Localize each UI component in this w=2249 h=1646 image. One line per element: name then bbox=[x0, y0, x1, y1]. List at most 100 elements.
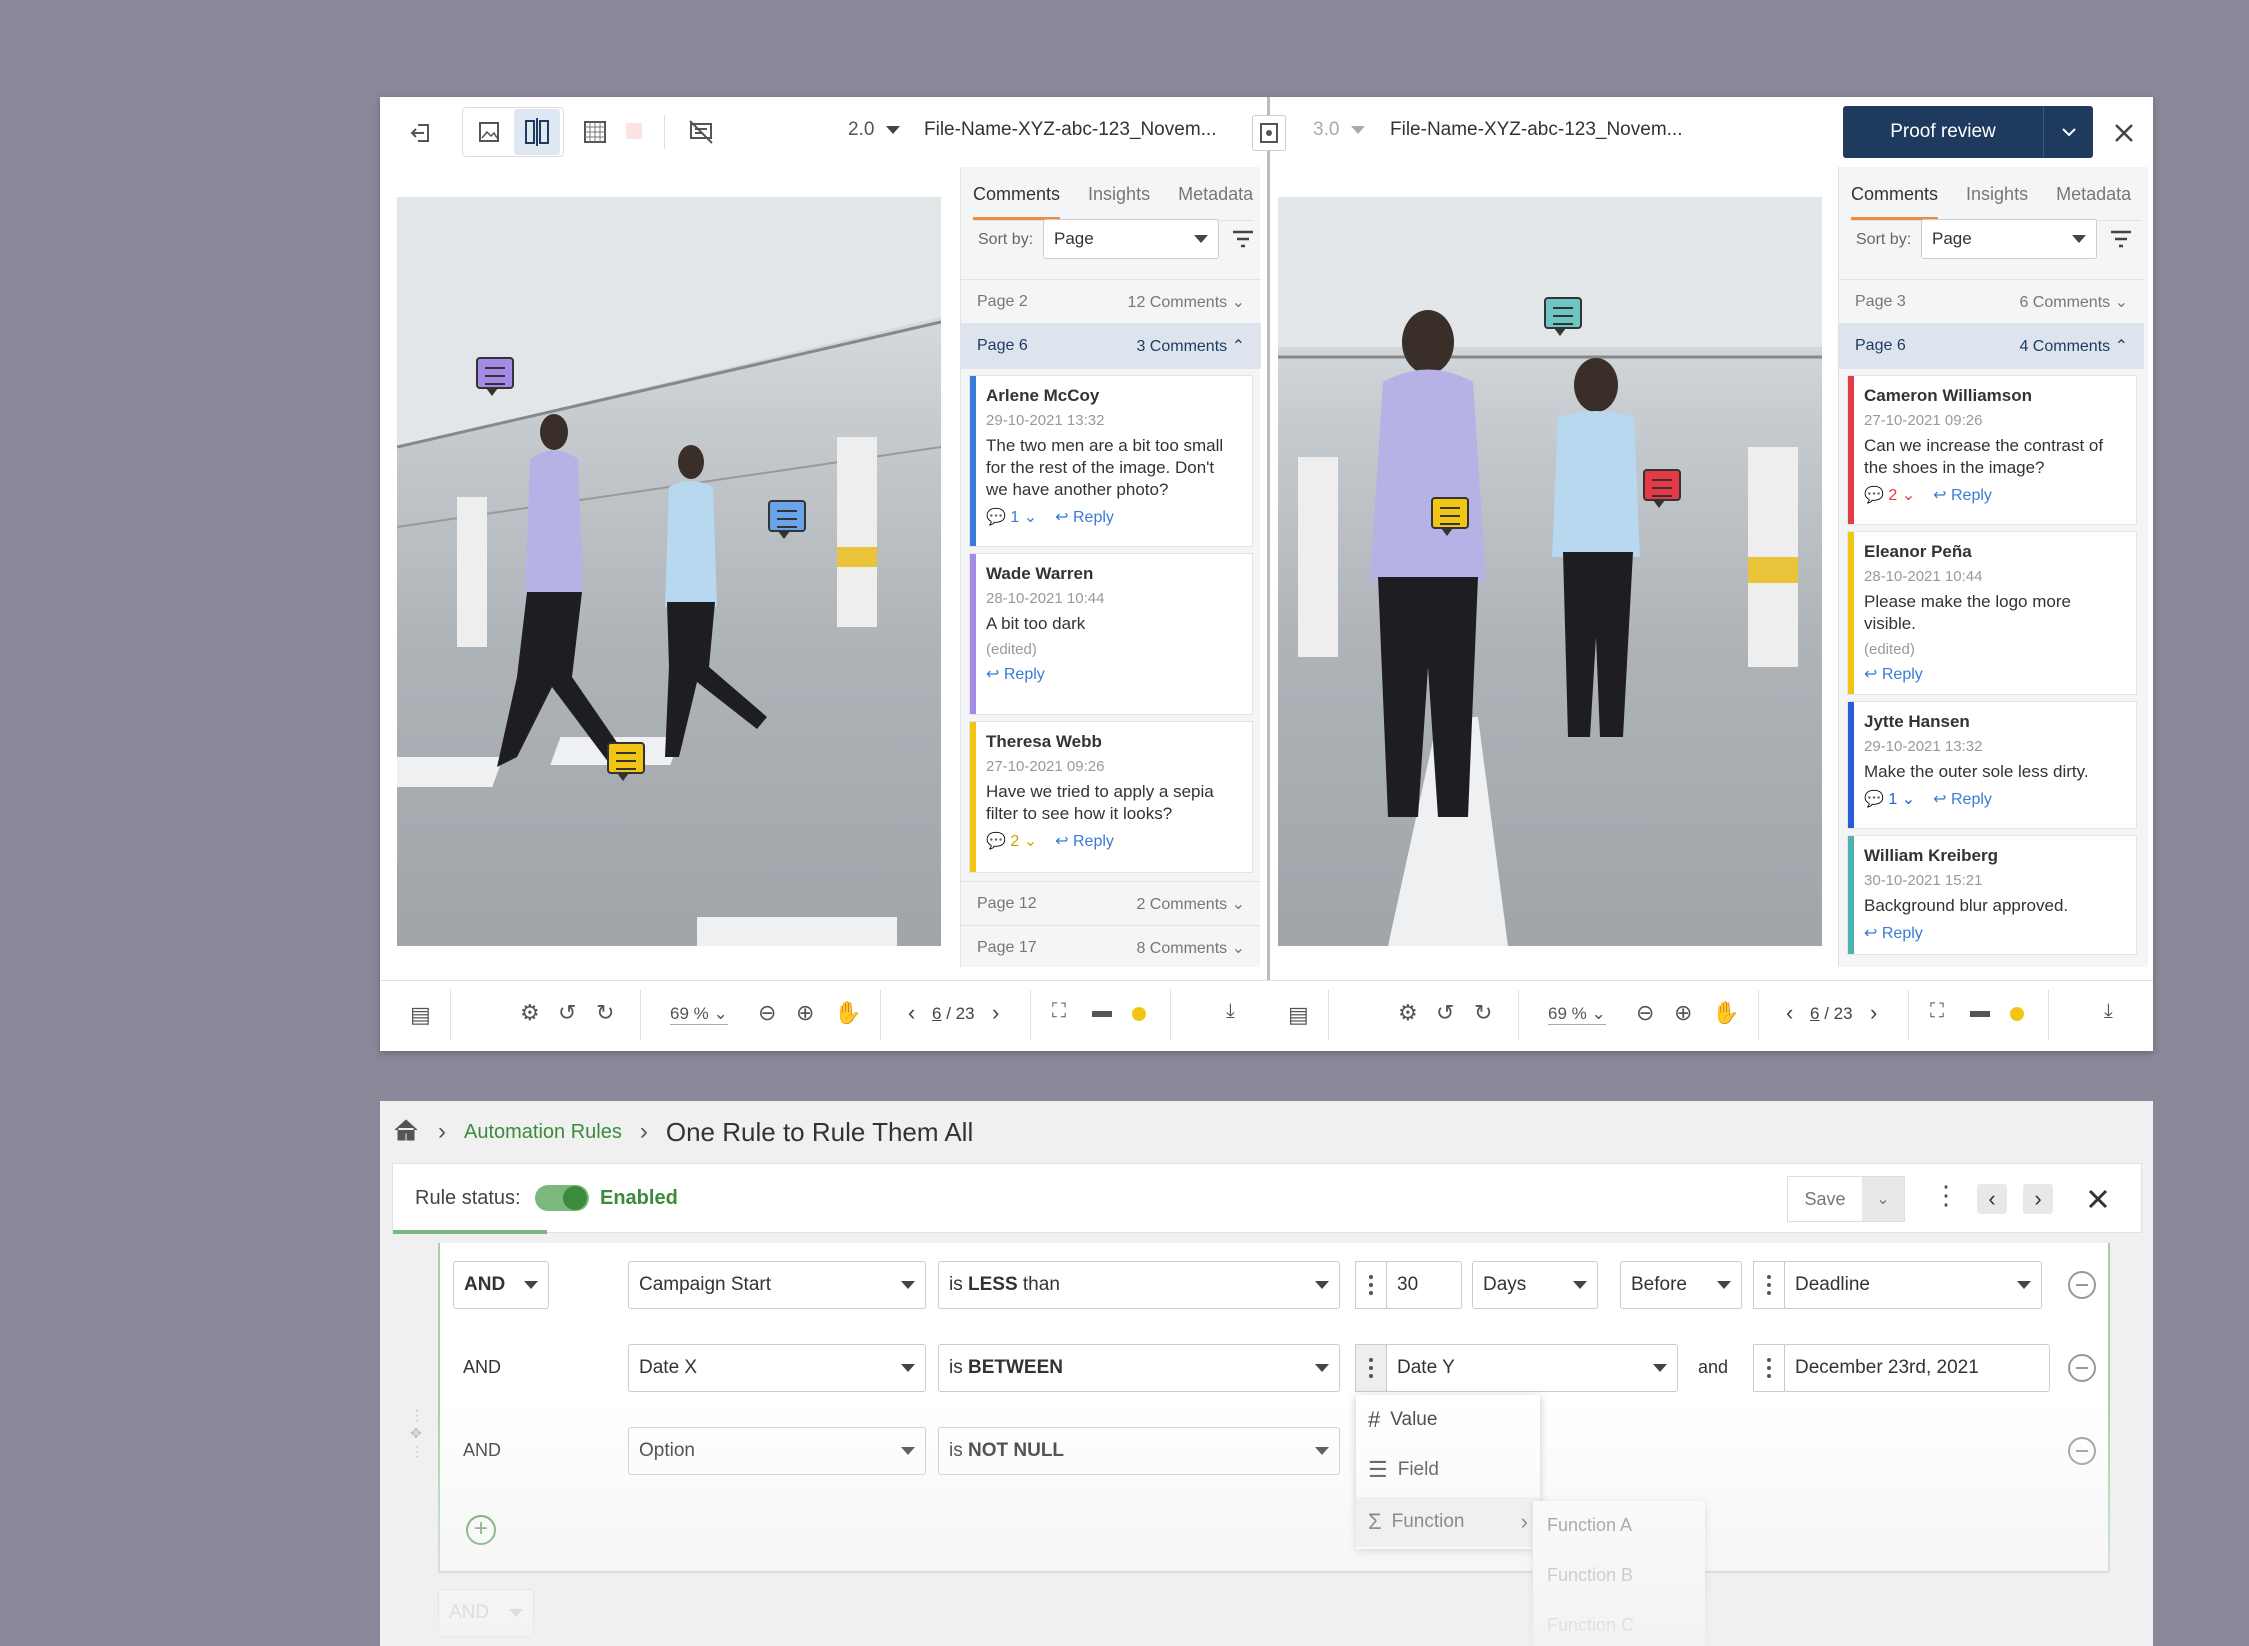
value-type-menu-button[interactable] bbox=[1355, 1344, 1387, 1392]
logic-select[interactable]: AND bbox=[453, 1261, 549, 1309]
purple-comment-marker[interactable] bbox=[476, 357, 514, 396]
single-view-icon[interactable] bbox=[474, 117, 506, 147]
zoom-select[interactable]: 69 % ⌄ bbox=[1548, 1004, 1606, 1025]
field-select[interactable]: Date X bbox=[628, 1344, 926, 1392]
comment-card[interactable]: Jytte Hansen 29-10-2021 13:32 Make the o… bbox=[1847, 701, 2137, 829]
more-options-icon[interactable]: ⋮ bbox=[1933, 1180, 1959, 1211]
replies-toggle[interactable]: 💬 1 ⌄ bbox=[986, 507, 1037, 527]
hide-comments-icon[interactable] bbox=[686, 117, 716, 147]
tab-comments[interactable]: Comments bbox=[973, 184, 1061, 220]
fit-icon[interactable]: ⛶ bbox=[1052, 1000, 1066, 1023]
blue-comment-marker[interactable] bbox=[768, 500, 806, 539]
field-select[interactable]: Campaign Start bbox=[628, 1261, 926, 1309]
filter-icon[interactable] bbox=[2107, 225, 2135, 253]
exit-icon[interactable] bbox=[408, 119, 436, 147]
value-select[interactable]: Date Y bbox=[1386, 1344, 1678, 1392]
operator-select[interactable]: is NOT NULL bbox=[938, 1427, 1340, 1475]
rotate-left-icon[interactable]: ↺ bbox=[1436, 1000, 1454, 1026]
filter-icon[interactable] bbox=[1229, 225, 1257, 253]
zoom-in-icon[interactable]: ⊕ bbox=[796, 1000, 814, 1026]
next-rule-button[interactable]: › bbox=[2023, 1184, 2053, 1214]
comment-card[interactable]: Wade Warren 28-10-2021 10:44 A bit too d… bbox=[969, 553, 1253, 715]
submenu-item[interactable]: Function B bbox=[1547, 1565, 1633, 1586]
color-swatch[interactable] bbox=[626, 123, 642, 139]
close-icon[interactable] bbox=[2110, 119, 2138, 147]
submenu-item[interactable]: Function A bbox=[1547, 1515, 1632, 1536]
home-icon[interactable] bbox=[392, 1117, 420, 1148]
tab-insights[interactable]: Insights bbox=[1088, 184, 1150, 220]
tab-comments[interactable]: Comments bbox=[1851, 184, 1939, 220]
breadcrumb-link[interactable]: Automation Rules bbox=[464, 1121, 622, 1144]
reply-button[interactable]: ↩ Reply bbox=[1933, 789, 1992, 809]
left-group-page12[interactable]: Page 12 2 Comments ⌄ bbox=[961, 881, 1261, 925]
zoom-out-icon[interactable]: ⊖ bbox=[758, 1000, 776, 1026]
status-toggle[interactable] bbox=[535, 1185, 589, 1211]
field-select[interactable]: Option bbox=[628, 1427, 926, 1475]
value-input[interactable]: 30 bbox=[1386, 1261, 1462, 1309]
comment-card[interactable]: William Kreiberg 30-10-2021 15:21 Backgr… bbox=[1847, 835, 2137, 955]
bottom-logic-select[interactable]: AND bbox=[438, 1589, 534, 1637]
target-date-input[interactable]: December 23rd, 2021 bbox=[1784, 1344, 2050, 1392]
zoom-in-icon[interactable]: ⊕ bbox=[1674, 1000, 1692, 1026]
remove-condition-icon[interactable] bbox=[2068, 1271, 2096, 1299]
left-proof-image[interactable] bbox=[397, 197, 941, 946]
fit-icon[interactable]: ⛶ bbox=[1930, 1000, 1944, 1023]
comment-tool-icon[interactable]: ▬ bbox=[1092, 1000, 1112, 1023]
prev-rule-button[interactable]: ‹ bbox=[1977, 1184, 2007, 1214]
replies-toggle[interactable]: 💬 2 ⌄ bbox=[986, 831, 1037, 851]
yellow-comment-marker[interactable] bbox=[1431, 497, 1469, 536]
pages-icon[interactable]: ▤ bbox=[1288, 1002, 1309, 1028]
comment-card[interactable]: Eleanor Peña 28-10-2021 10:44 Please mak… bbox=[1847, 531, 2137, 695]
zoom-select[interactable]: 69 % ⌄ bbox=[670, 1004, 728, 1025]
pages-icon[interactable]: ▤ bbox=[410, 1002, 431, 1028]
chevron-down-icon[interactable]: ⌄ bbox=[1862, 1177, 1904, 1221]
comment-card[interactable]: Arlene McCoy 29-10-2021 13:32 The two me… bbox=[969, 375, 1253, 547]
drag-handle[interactable]: ⋮ ✥ ⋮ bbox=[410, 1406, 424, 1466]
left-group-page2[interactable]: Page 2 12 Comments ⌄ bbox=[961, 279, 1261, 323]
tab-insights[interactable]: Insights bbox=[1966, 184, 2028, 220]
page-indicator[interactable]: 6 / 23 bbox=[1810, 1004, 1853, 1024]
operator-select[interactable]: is LESS than bbox=[938, 1261, 1340, 1309]
menu-item-field[interactable]: ☰ Field bbox=[1356, 1445, 1540, 1495]
proof-review-button[interactable]: Proof review bbox=[1843, 106, 2093, 158]
replies-toggle[interactable]: 💬 1 ⌄ bbox=[1864, 789, 1915, 809]
page-indicator[interactable]: 6 / 23 bbox=[932, 1004, 975, 1024]
unit-select[interactable]: Days bbox=[1472, 1261, 1598, 1309]
prev-page-icon[interactable]: ‹ bbox=[1786, 1000, 1793, 1026]
reply-button[interactable]: ↩ Reply bbox=[1864, 664, 1923, 684]
right-group-page6[interactable]: Page 6 4 Comments ⌃ bbox=[1839, 323, 2144, 369]
submenu-item[interactable]: Function C bbox=[1547, 1615, 1634, 1636]
target-type-menu-button[interactable] bbox=[1753, 1344, 1785, 1392]
red-comment-marker[interactable] bbox=[1643, 469, 1681, 508]
sort-select[interactable]: Page bbox=[1921, 219, 2097, 259]
replies-toggle[interactable]: 💬 2 ⌄ bbox=[1864, 485, 1915, 505]
comment-card[interactable]: Theresa Webb 27-10-2021 09:26 Have we tr… bbox=[969, 721, 1253, 873]
color-dot[interactable] bbox=[1132, 1007, 1146, 1021]
rotate-right-icon[interactable]: ↻ bbox=[1474, 1000, 1492, 1026]
sort-select[interactable]: Page bbox=[1043, 219, 1219, 259]
yellow-comment-marker[interactable] bbox=[607, 742, 645, 781]
settings-icon[interactable]: ⚙ bbox=[520, 1000, 540, 1026]
reply-button[interactable]: ↩ Reply bbox=[1933, 485, 1992, 505]
pan-hand-icon[interactable]: ✋ bbox=[834, 1000, 861, 1026]
remove-condition-icon[interactable] bbox=[2068, 1437, 2096, 1465]
left-group-page6[interactable]: Page 6 3 Comments ⌃ bbox=[961, 323, 1261, 369]
menu-item-function[interactable]: Σ Function › bbox=[1356, 1497, 1540, 1547]
reply-button[interactable]: ↩ Reply bbox=[1055, 831, 1114, 851]
reply-button[interactable]: ↩ Reply bbox=[1055, 507, 1114, 527]
pan-hand-icon[interactable]: ✋ bbox=[1712, 1000, 1739, 1026]
color-dot[interactable] bbox=[2010, 1007, 2024, 1021]
next-page-icon[interactable]: › bbox=[992, 1000, 999, 1026]
comment-card[interactable]: Cameron Williamson 27-10-2021 09:26 Can … bbox=[1847, 375, 2137, 525]
when-select[interactable]: Before bbox=[1620, 1261, 1742, 1309]
reply-button[interactable]: ↩ Reply bbox=[1864, 923, 1923, 943]
menu-item-value[interactable]: # Value bbox=[1356, 1395, 1540, 1445]
tab-metadata[interactable]: Metadata bbox=[1178, 184, 1253, 220]
download-icon[interactable]: ⤓ bbox=[1226, 1000, 1235, 1023]
compare-view-icon[interactable] bbox=[514, 109, 560, 155]
rotate-left-icon[interactable]: ↺ bbox=[558, 1000, 576, 1026]
next-page-icon[interactable]: › bbox=[1870, 1000, 1877, 1026]
right-version-select[interactable]: 3.0 bbox=[1313, 119, 1366, 141]
right-proof-image[interactable] bbox=[1278, 197, 1822, 946]
teal-comment-marker[interactable] bbox=[1544, 297, 1582, 336]
